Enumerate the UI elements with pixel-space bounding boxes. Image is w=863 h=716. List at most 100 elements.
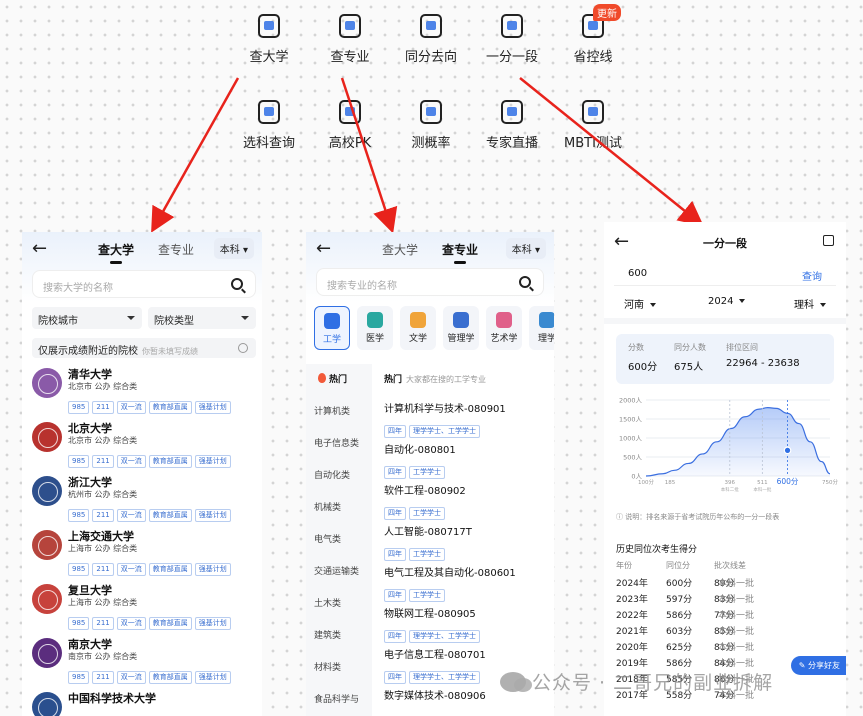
history-score: 625分 (666, 643, 693, 653)
sidebar-item-4[interactable]: 机械类 (314, 500, 341, 513)
university-row[interactable]: 清华大学 北京市 公办 综合类 985 211 双一流 教育部直属 强基计划 (32, 364, 256, 418)
share-friends-button[interactable]: ✎ 分享好友 (790, 656, 846, 675)
tab-university[interactable]: 查大学 (98, 241, 134, 264)
sidebar-item-5[interactable]: 电气类 (314, 532, 341, 545)
score-distribution-chart: 2000人 1500人 1000人 500人 0人 100分 185 396 本科二批 511 本科… (608, 390, 842, 502)
university-meta: 北京市 公办 综合类 (68, 436, 138, 445)
history-batch: 本科一批 (718, 611, 755, 621)
sidebar-label: 电子信息类 (314, 439, 360, 449)
major-row[interactable]: 计算机科学与技术-080901 四年 理学学士、工学学士 (384, 400, 548, 438)
score-value: 600 (628, 268, 648, 279)
search-icon[interactable] (231, 278, 243, 290)
university-row[interactable]: 浙江大学 杭州市 公办 综合类 985 211 双一流 教育部直属 强基计划 (32, 472, 256, 526)
major-row[interactable]: 人工智能-080717T 四年 工学学士 (384, 523, 548, 561)
university-row[interactable]: 中国科学技术大学 (32, 688, 256, 716)
feature-building[interactable]: 查大学 (233, 12, 305, 65)
province-select[interactable]: 河南 (624, 296, 656, 311)
search-icon[interactable] (519, 276, 531, 288)
caret-down-icon (127, 316, 135, 320)
sidebar-item-6[interactable]: 交通运输类 (314, 564, 359, 577)
level-dropdown[interactable]: 本科 ▾ (213, 238, 254, 259)
radio-icon[interactable] (238, 343, 248, 353)
sidebar-item-7[interactable]: 土木类 (314, 596, 341, 609)
subject-select[interactable]: 理科 (794, 296, 826, 311)
university-tag: 双一流 (116, 509, 146, 522)
sidebar-item-2[interactable]: 电子信息类 (314, 436, 359, 449)
university-logo-icon (32, 530, 62, 560)
feature-compass[interactable]: 同分去向 (395, 12, 467, 65)
query-button[interactable]: 查询 (802, 268, 822, 283)
university-row[interactable]: 上海交通大学 上海市 公办 综合类 985 211 双一流 教育部直属 强基计划 (32, 526, 256, 580)
major-row[interactable]: 软件工程-080902 四年 工学学士 (384, 482, 548, 520)
category-label: 艺术学 (490, 334, 518, 344)
feature-video[interactable]: 专家直播 (476, 98, 548, 151)
university-meta: 上海市 公办 综合类 (68, 598, 138, 607)
major-search-input[interactable]: 搜索专业的名称 (316, 268, 544, 296)
stat-same-count: 同分人数 675人 (674, 342, 706, 373)
filter-city-dropdown[interactable]: 院校城市 (32, 307, 142, 329)
category-0[interactable]: 工学 (314, 306, 350, 350)
university-tag: 985 (68, 617, 90, 630)
history-score: 600分 (666, 579, 693, 589)
category-5[interactable]: 理学 (529, 306, 554, 350)
level-dropdown[interactable]: 本科 ▾ (505, 238, 546, 259)
university-meta: 南京市 公办 综合类 (68, 652, 138, 661)
feature-chart-card[interactable]: 一分一段 (476, 12, 548, 65)
major-tag: 工学学士 (409, 507, 445, 520)
sidebar-item-3[interactable]: 自动化类 (314, 468, 350, 481)
feature-label: MBTI测试 (564, 136, 622, 151)
share-edit-icon[interactable] (823, 235, 834, 246)
sidebar-item-0[interactable]: 热门 (318, 372, 347, 385)
year-select[interactable]: 2024 (708, 296, 746, 307)
university-row[interactable]: 北京大学 北京市 公办 综合类 985 211 双一流 教育部直属 强基计划 (32, 418, 256, 472)
header-diff: 批次线差 (714, 561, 746, 570)
feature-test[interactable]: MBTI测试 (557, 98, 629, 151)
filter-type-dropdown[interactable]: 院校类型 (148, 307, 256, 329)
sidebar-label: 机械类 (314, 503, 342, 513)
feature-pie[interactable]: 测概率 (395, 98, 467, 151)
sidebar-label: 土木类 (314, 599, 342, 609)
major-tag: 工学学士 (409, 548, 445, 561)
category-4[interactable]: 艺术学 (486, 306, 522, 350)
university-tag: 211 (92, 455, 114, 468)
section-divider (604, 318, 846, 324)
nearby-only-toggle[interactable]: 仅展示成绩附近的院校 你暂未填写成绩 (32, 338, 256, 358)
major-name: 物联网工程-080905 (384, 609, 476, 620)
major-name: 电气工程及其自动化-080601 (384, 568, 516, 579)
university-tags: 985 211 双一流 教育部直属 强基计划 (68, 394, 234, 414)
feature-book[interactable]: 查专业 (314, 12, 386, 65)
major-row[interactable]: 电气工程及其自动化-080601 四年 工学学士 (384, 564, 548, 602)
sidebar-item-10[interactable]: 食品科学与 (314, 692, 359, 705)
feature-versus[interactable]: 高校PK (314, 98, 386, 151)
score-input[interactable]: 600 查询 (614, 262, 836, 286)
back-arrow-icon[interactable]: ← (316, 240, 331, 258)
feature-checklist[interactable]: 选科查询 (233, 98, 305, 151)
university-row[interactable]: 南京大学 南京市 公办 综合类 985 211 双一流 教育部直属 强基计划 (32, 634, 256, 688)
university-meta: 北京市 公办 综合类 (68, 382, 138, 391)
major-tags: 四年 工学学士 (384, 500, 548, 520)
back-arrow-icon[interactable]: ← (32, 240, 47, 258)
category-icon (367, 312, 383, 328)
feature-monitor[interactable]: 更新 省控线 (557, 4, 629, 65)
stat-value: 675人 (674, 362, 704, 373)
tab-major[interactable]: 查专业 (158, 241, 194, 258)
category-2[interactable]: 文学 (400, 306, 436, 350)
tab-university[interactable]: 查大学 (382, 241, 418, 258)
history-batch: 本科一批 (718, 643, 755, 653)
university-search-input[interactable]: 搜索大学的名称 (32, 270, 256, 298)
category-3[interactable]: 管理学 (443, 306, 479, 350)
checklist-icon (255, 98, 283, 126)
nearby-hint: 你暂未填写成绩 (142, 347, 198, 356)
video-icon (498, 98, 526, 126)
university-row[interactable]: 复旦大学 上海市 公办 综合类 985 211 双一流 教育部直属 强基计划 (32, 580, 256, 634)
university-tag: 强基计划 (194, 671, 231, 684)
sidebar-item-8[interactable]: 建筑类 (314, 628, 341, 641)
sidebar-item-1[interactable]: 计算机类 (314, 404, 350, 417)
major-row[interactable]: 自动化-080801 四年 工学学士 (384, 441, 548, 479)
tab-major[interactable]: 查专业 (442, 241, 478, 264)
sidebar-item-9[interactable]: 材料类 (314, 660, 341, 673)
category-1[interactable]: 医学 (357, 306, 393, 350)
major-row[interactable]: 物联网工程-080905 四年 理学学士、工学学士 (384, 605, 548, 643)
x-tick-label: 600分 (777, 477, 799, 486)
major-tags: 四年 理学学士、工学学士 (384, 623, 548, 643)
